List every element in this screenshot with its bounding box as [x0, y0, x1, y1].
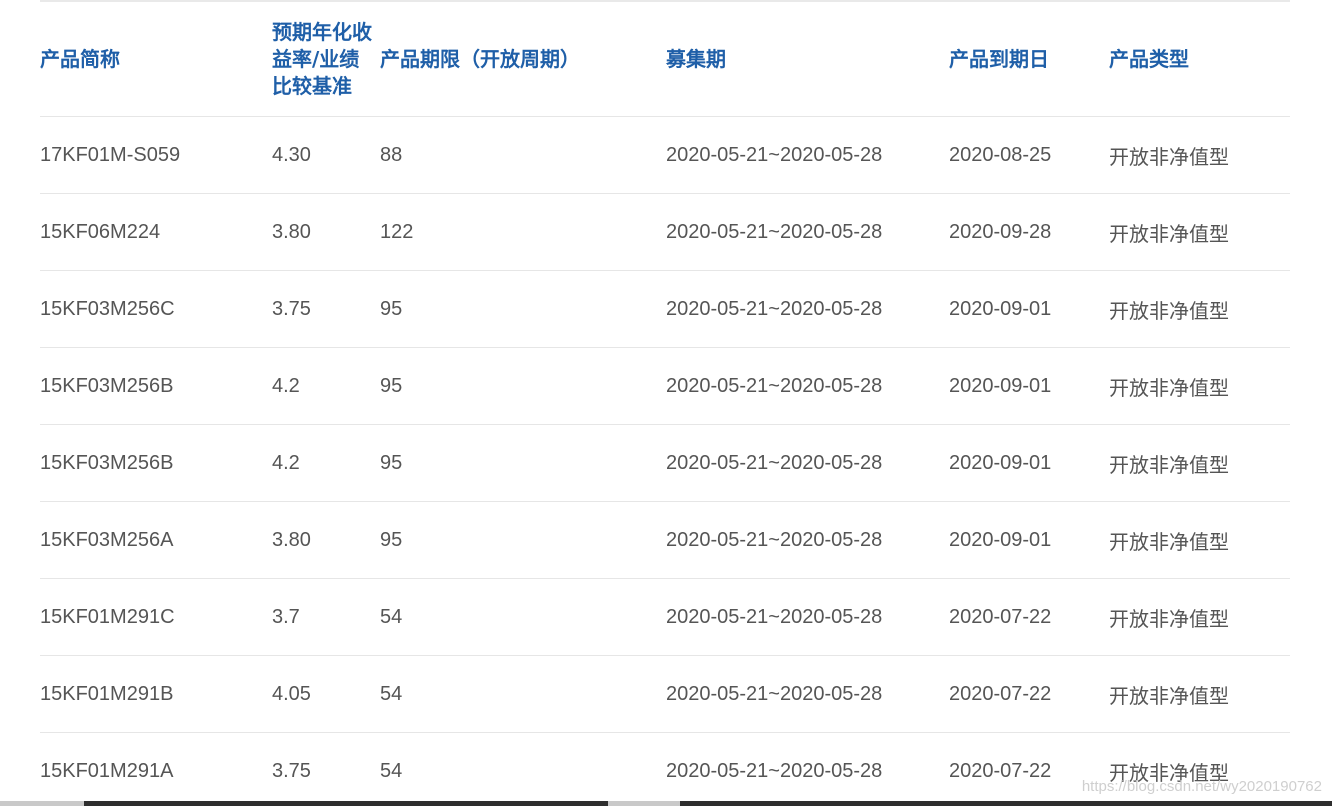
cell-yield: 4.30 — [272, 116, 380, 194]
header-product-name: 产品简称 — [40, 2, 272, 117]
cell-maturity-date: 2020-08-25 — [949, 116, 1109, 194]
cell-maturity-date: 2020-09-01 — [949, 424, 1109, 502]
table-header-row: 产品简称 预期年化收 益率/业绩 比较基准 产品期限（开放周期） 募集期 产品到… — [40, 2, 1290, 117]
cell-maturity-date: 2020-09-28 — [949, 193, 1109, 271]
cell-term: 95 — [380, 270, 666, 348]
header-yield-line2: 益率/业绩 — [272, 46, 360, 71]
header-yield-line3: 比较基准 — [272, 73, 352, 98]
cell-yield: 3.75 — [272, 270, 380, 348]
scrollbar-track-segment — [680, 801, 1332, 806]
watermark: https://blog.csdn.net/wy2020190762 — [1081, 778, 1322, 795]
table-row: 15KF03M256C 3.75 95 2020-05-21~2020-05-2… — [40, 270, 1290, 348]
cell-raise-period: 2020-05-21~2020-05-28 — [666, 347, 949, 425]
table-row: 17KF01M-S059 4.30 88 2020-05-21~2020-05-… — [40, 116, 1290, 194]
cell-term: 122 — [380, 193, 666, 271]
scrollbar-track-segment — [84, 801, 608, 806]
cell-product-name: 15KF01M291B — [40, 655, 272, 733]
horizontal-scrollbar[interactable] — [0, 801, 1332, 806]
cell-product-name: 15KF01M291C — [40, 578, 272, 656]
cell-product-name: 17KF01M-S059 — [40, 116, 272, 194]
cell-product-type: 开放非净值型 — [1109, 501, 1290, 579]
header-product-type: 产品类型 — [1109, 2, 1290, 117]
header-raise-period: 募集期 — [666, 2, 949, 117]
cell-product-name: 15KF03M256A — [40, 501, 272, 579]
table-row: 15KF01M291B 4.05 54 2020-05-21~2020-05-2… — [40, 655, 1290, 733]
cell-yield: 4.2 — [272, 424, 380, 502]
cell-maturity-date: 2020-09-01 — [949, 347, 1109, 425]
table-row: 15KF06M224 3.80 122 2020-05-21~2020-05-2… — [40, 193, 1290, 271]
cell-maturity-date: 2020-07-22 — [949, 578, 1109, 656]
cell-raise-period: 2020-05-21~2020-05-28 — [666, 116, 949, 194]
cell-product-name: 15KF06M224 — [40, 193, 272, 271]
cell-yield: 3.7 — [272, 578, 380, 656]
cell-raise-period: 2020-05-21~2020-05-28 — [666, 578, 949, 656]
cell-product-type: 开放非净值型 — [1109, 424, 1290, 502]
cell-maturity-date: 2020-09-01 — [949, 270, 1109, 348]
cell-maturity-date: 2020-07-22 — [949, 655, 1109, 733]
header-product-term: 产品期限（开放周期） — [380, 2, 666, 117]
cell-product-type: 开放非净值型 — [1109, 116, 1290, 194]
cell-product-name: 15KF03M256B — [40, 347, 272, 425]
table-row: 15KF01M291C 3.7 54 2020-05-21~2020-05-28… — [40, 578, 1290, 656]
cell-yield: 4.05 — [272, 655, 380, 733]
table-row: 15KF03M256B 4.2 95 2020-05-21~2020-05-28… — [40, 424, 1290, 502]
cell-term: 54 — [380, 655, 666, 733]
cell-term: 95 — [380, 501, 666, 579]
cell-product-name: 15KF03M256B — [40, 424, 272, 502]
header-maturity-date: 产品到期日 — [949, 2, 1109, 117]
cell-yield: 3.80 — [272, 193, 380, 271]
cell-term: 88 — [380, 116, 666, 194]
cell-raise-period: 2020-05-21~2020-05-28 — [666, 655, 949, 733]
cell-product-type: 开放非净值型 — [1109, 193, 1290, 271]
cell-raise-period: 2020-05-21~2020-05-28 — [666, 759, 883, 782]
cell-raise-period: 2020-05-21~2020-05-28 — [666, 270, 949, 348]
cell-product-type: 开放非净值型 — [1109, 578, 1290, 656]
product-table: 产品简称 预期年化收 益率/业绩 比较基准 产品期限（开放周期） 募集期 产品到… — [40, 2, 1290, 806]
cell-product-name: 15KF01M291A — [40, 759, 174, 782]
cell-raise-period: 2020-05-21~2020-05-28 — [666, 424, 949, 502]
cell-yield: 4.2 — [272, 347, 380, 425]
cell-product-type: 开放非净值型 — [1109, 270, 1290, 348]
cell-raise-period: 2020-05-21~2020-05-28 — [666, 501, 949, 579]
cell-raise-period: 2020-05-21~2020-05-28 — [666, 193, 949, 271]
cell-yield: 3.80 — [272, 501, 380, 579]
header-expected-yield: 预期年化收 益率/业绩 比较基准 — [272, 2, 380, 117]
page: 产品简称 预期年化收 益率/业绩 比较基准 产品期限（开放周期） 募集期 产品到… — [0, 0, 1332, 806]
cell-term: 54 — [380, 578, 666, 656]
cell-term: 95 — [380, 347, 666, 425]
cell-term: 95 — [380, 424, 666, 502]
cell-yield: 3.75 — [272, 759, 311, 782]
table-row: 15KF03M256B 4.2 95 2020-05-21~2020-05-28… — [40, 347, 1290, 425]
cell-product-name: 15KF03M256C — [40, 270, 272, 348]
cell-product-type: 开放非净值型 — [1109, 347, 1290, 425]
cell-term: 54 — [380, 759, 403, 782]
table-row: 15KF03M256A 3.80 95 2020-05-21~2020-05-2… — [40, 501, 1290, 579]
cell-maturity-date: 2020-09-01 — [949, 501, 1109, 579]
header-yield-line1: 预期年化收 — [272, 19, 372, 44]
cell-product-type: 开放非净值型 — [1109, 655, 1290, 733]
